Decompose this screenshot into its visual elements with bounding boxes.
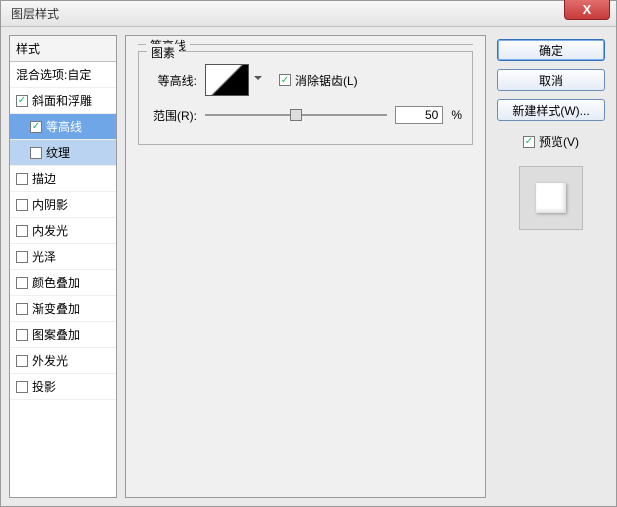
check-icon [16, 225, 28, 237]
check-icon [16, 303, 28, 315]
titlebar: 图层样式 X [1, 1, 616, 27]
style-item-8[interactable]: 颜色叠加 [10, 270, 116, 296]
elements-group-label: 图素 [147, 44, 179, 61]
check-icon [16, 95, 28, 107]
cancel-button[interactable]: 取消 [497, 69, 605, 91]
ok-button[interactable]: 确定 [497, 39, 605, 61]
antialias-checkbox[interactable]: 消除锯齿(L) [279, 72, 358, 89]
style-item-7[interactable]: 光泽 [10, 244, 116, 270]
style-item-label: 纹理 [46, 144, 70, 161]
close-icon: X [583, 2, 592, 17]
style-item-label: 渐变叠加 [32, 300, 80, 317]
settings-panel: 等高线 图素 等高线: 消除锯齿(L) 范围(R): [125, 35, 486, 498]
style-item-label: 混合选项:自定 [16, 66, 91, 83]
range-slider[interactable] [205, 106, 387, 124]
style-item-1[interactable]: 斜面和浮雕 [10, 88, 116, 114]
styles-panel: 样式 混合选项:自定斜面和浮雕等高线纹理描边内阴影内发光光泽颜色叠加渐变叠加图案… [9, 35, 117, 498]
slider-thumb[interactable] [290, 109, 302, 121]
style-item-12[interactable]: 投影 [10, 374, 116, 400]
preview-checkbox[interactable]: 预览(V) [523, 133, 579, 150]
preview-inner [536, 183, 566, 213]
style-item-10[interactable]: 图案叠加 [10, 322, 116, 348]
style-item-5[interactable]: 内阴影 [10, 192, 116, 218]
range-unit: % [451, 108, 462, 122]
preview-label: 预览(V) [539, 133, 579, 150]
antialias-label: 消除锯齿(L) [295, 72, 358, 89]
style-item-9[interactable]: 渐变叠加 [10, 296, 116, 322]
style-item-label: 内阴影 [32, 196, 68, 213]
styles-list: 混合选项:自定斜面和浮雕等高线纹理描边内阴影内发光光泽颜色叠加渐变叠加图案叠加外… [10, 62, 116, 497]
range-label: 范围(R): [149, 107, 197, 124]
preview-swatch [519, 166, 583, 230]
style-item-11[interactable]: 外发光 [10, 348, 116, 374]
check-icon [16, 277, 28, 289]
style-item-label: 等高线 [46, 118, 82, 135]
style-item-label: 内发光 [32, 222, 68, 239]
style-item-6[interactable]: 内发光 [10, 218, 116, 244]
new-style-button[interactable]: 新建样式(W)... [497, 99, 605, 121]
style-item-2[interactable]: 等高线 [10, 114, 116, 140]
style-item-label: 光泽 [32, 248, 56, 265]
check-icon [16, 329, 28, 341]
range-row: 范围(R): % [149, 106, 462, 124]
style-item-4[interactable]: 描边 [10, 166, 116, 192]
check-icon [16, 381, 28, 393]
style-item-label: 描边 [32, 170, 56, 187]
check-icon [523, 136, 535, 148]
window-title: 图层样式 [11, 5, 59, 22]
check-icon [16, 251, 28, 263]
style-item-label: 外发光 [32, 352, 68, 369]
range-input[interactable] [395, 106, 443, 124]
check-icon [30, 147, 42, 159]
elements-group: 图素 等高线: 消除锯齿(L) 范围(R): [138, 51, 473, 145]
styles-header: 样式 [10, 36, 116, 62]
style-item-0[interactable]: 混合选项:自定 [10, 62, 116, 88]
check-icon [279, 74, 291, 86]
check-icon [16, 355, 28, 367]
close-button[interactable]: X [564, 0, 610, 20]
contour-row: 等高线: 消除锯齿(L) [149, 64, 462, 96]
style-item-3[interactable]: 纹理 [10, 140, 116, 166]
contour-picker[interactable] [205, 64, 249, 96]
style-item-label: 斜面和浮雕 [32, 92, 92, 109]
check-icon [30, 121, 42, 133]
layer-style-dialog: 图层样式 X 样式 混合选项:自定斜面和浮雕等高线纹理描边内阴影内发光光泽颜色叠… [0, 0, 617, 507]
action-panel: 确定 取消 新建样式(W)... 预览(V) [494, 35, 608, 498]
style-item-label: 颜色叠加 [32, 274, 80, 291]
dialog-body: 样式 混合选项:自定斜面和浮雕等高线纹理描边内阴影内发光光泽颜色叠加渐变叠加图案… [1, 27, 616, 506]
contour-label: 等高线: [149, 72, 197, 89]
style-item-label: 投影 [32, 378, 56, 395]
check-icon [16, 199, 28, 211]
check-icon [16, 173, 28, 185]
style-item-label: 图案叠加 [32, 326, 80, 343]
contour-group: 等高线 图素 等高线: 消除锯齿(L) 范围(R): [138, 44, 473, 145]
